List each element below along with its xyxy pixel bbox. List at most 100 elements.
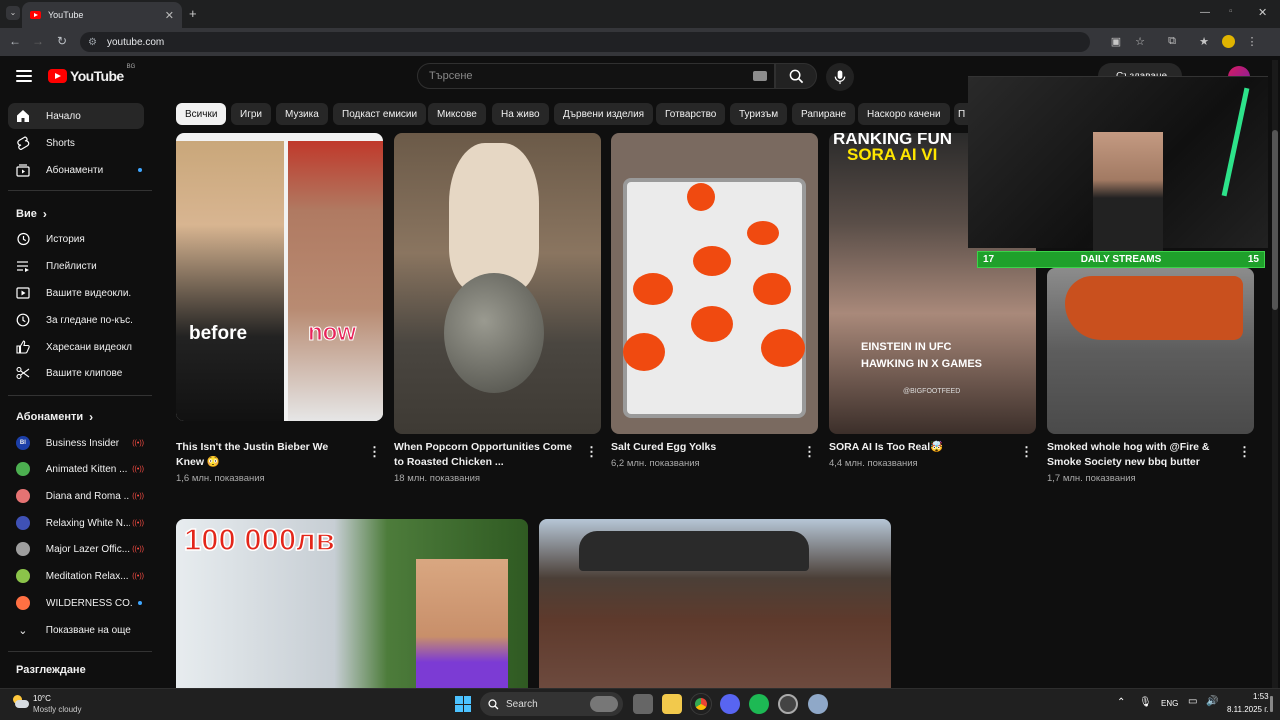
video-thumbnail[interactable]: [539, 519, 891, 688]
task-view-icon[interactable]: [633, 694, 653, 714]
forward-icon[interactable]: →: [27, 34, 49, 48]
chip-mixes[interactable]: Миксове: [428, 103, 486, 125]
your-videos-icon: [16, 286, 30, 300]
tab-close-icon[interactable]: ✕: [165, 9, 174, 22]
video-title[interactable]: Salt Cured Egg Yolks: [611, 440, 791, 455]
sidebar-channel[interactable]: WILDERNESS CO...: [8, 590, 144, 616]
file-explorer-icon[interactable]: [662, 694, 682, 714]
video-menu-icon[interactable]: ⋮: [803, 444, 816, 460]
chip-woodworking[interactable]: Дървени изделия: [554, 103, 654, 125]
chrome-icon[interactable]: [690, 693, 712, 715]
shorts-icon: [16, 136, 30, 150]
bookmark-star-icon[interactable]: ☆: [1128, 35, 1152, 51]
back-icon[interactable]: ←: [4, 34, 26, 48]
hamburger-menu-icon[interactable]: [16, 68, 32, 84]
scrollbar-thumb[interactable]: [1272, 130, 1278, 310]
profile-avatar-icon[interactable]: [1216, 35, 1240, 51]
sidebar-you-header[interactable]: Вие ›: [16, 207, 47, 221]
sidebar-channel[interactable]: Animated Kitten ... ((•)): [8, 456, 144, 482]
reload-icon[interactable]: ↻: [51, 34, 73, 48]
clock-time[interactable]: 1:53: [1253, 692, 1269, 701]
close-window-button[interactable]: ✕: [1258, 6, 1267, 19]
sidebar-item-playlists[interactable]: Плейлисти: [8, 253, 144, 279]
chip-live[interactable]: На живо: [492, 103, 549, 125]
tab-search-button[interactable]: ⌄: [6, 6, 20, 20]
reading-list-icon[interactable]: ★: [1192, 35, 1216, 51]
windows-start-icon[interactable]: [455, 696, 471, 712]
sidebar-item-shorts[interactable]: Shorts: [8, 130, 144, 156]
chevron-up-icon[interactable]: ⌃: [1117, 697, 1125, 708]
video-title[interactable]: SORA AI Is Too Real🤯: [829, 440, 1009, 455]
maximize-button[interactable]: ▫: [1229, 6, 1233, 17]
video-title[interactable]: Smoked whole hog with @Fire & Smoke Soci…: [1047, 440, 1227, 470]
video-thumbnail[interactable]: [1047, 268, 1254, 434]
chip-games[interactable]: Игри: [231, 103, 271, 125]
volume-icon[interactable]: 🔊: [1206, 696, 1218, 707]
chip-rap[interactable]: Рапиране: [792, 103, 856, 125]
chip-all[interactable]: Всички: [176, 103, 227, 125]
video-menu-icon[interactable]: ⋮: [368, 444, 381, 460]
microphone-icon[interactable]: 🎙: [1139, 697, 1152, 708]
sidebar-item-watch-later[interactable]: За гледане по-къс...: [8, 307, 144, 333]
daily-streams-counter: 17 DAILY STREAMS 15: [977, 251, 1265, 268]
chip-tourism[interactable]: Туризъм: [730, 103, 788, 125]
weather-desc[interactable]: Mostly cloudy: [33, 705, 81, 714]
sidebar-item-clips[interactable]: Вашите клипове: [8, 360, 144, 386]
video-title[interactable]: When Popcorn Opportunities Come to Roast…: [394, 440, 574, 470]
show-desktop-button[interactable]: [1270, 696, 1273, 712]
sidebar-divider: [8, 395, 152, 396]
extensions-icon[interactable]: ⧉: [1160, 35, 1184, 51]
language-indicator[interactable]: ENG: [1161, 699, 1178, 708]
spotify-icon[interactable]: [749, 694, 769, 714]
sidebar-item-history[interactable]: История: [8, 226, 144, 252]
video-thumbnail[interactable]: before now: [176, 133, 383, 421]
video-menu-icon[interactable]: ⋮: [1238, 444, 1251, 460]
taskbar-search[interactable]: Search: [480, 692, 623, 716]
site-info-icon[interactable]: ⚙: [88, 37, 97, 48]
app-icon[interactable]: [778, 694, 798, 714]
chip-recently-uploaded[interactable]: Наскоро качени: [858, 103, 950, 125]
display-icon[interactable]: ▭: [1188, 696, 1197, 707]
sidebar-item-liked[interactable]: Харесани видеокл...: [8, 334, 144, 360]
chip-partial[interactable]: П: [954, 103, 968, 125]
discord-icon[interactable]: [720, 694, 740, 714]
minimize-button[interactable]: —: [1200, 7, 1210, 18]
browser-menu-icon[interactable]: ⋮: [1240, 35, 1264, 51]
video-thumbnail[interactable]: [394, 133, 601, 434]
video-menu-icon[interactable]: ⋮: [585, 444, 598, 460]
weather-temp[interactable]: 10°C: [33, 694, 51, 703]
chip-podcasts[interactable]: Подкаст емисии: [333, 103, 427, 125]
channel-avatar: [16, 569, 30, 583]
sidebar-channel-business-insider[interactable]: BI Business Insider ((•)): [8, 430, 144, 456]
sidebar-item-your-videos[interactable]: Вашите видеокли...: [8, 280, 144, 306]
video-thumbnail[interactable]: 100 000лв: [176, 519, 528, 688]
show-more-button[interactable]: ⌄ Показване на още: [8, 617, 144, 643]
sidebar-channel[interactable]: Meditation Relax... ((•)): [8, 563, 144, 589]
sidebar-channel[interactable]: Major Lazer Offic... ((•)): [8, 536, 144, 562]
chip-cooking[interactable]: Готварство: [656, 103, 726, 125]
sidebar-channel[interactable]: Relaxing White N... ((•)): [8, 510, 144, 536]
voice-search-button[interactable]: [826, 63, 854, 91]
chip-music[interactable]: Музика: [276, 103, 328, 125]
settings-icon[interactable]: [808, 694, 828, 714]
tab-youtube[interactable]: YouTube ✕: [22, 2, 182, 28]
keyboard-icon[interactable]: [753, 71, 767, 81]
home-icon: [16, 109, 30, 123]
scrollbar-track[interactable]: [1272, 60, 1278, 688]
sidebar-item-subscriptions[interactable]: Абонаменти: [8, 157, 144, 183]
youtube-logo[interactable]: YouTube BG: [48, 64, 135, 84]
video-menu-icon[interactable]: ⋮: [1020, 444, 1033, 460]
microphone-icon: [834, 69, 846, 84]
cast-icon[interactable]: ▣: [1104, 35, 1128, 51]
sidebar-item-home[interactable]: Начало: [8, 103, 144, 129]
search-button[interactable]: [775, 63, 817, 89]
clock-date[interactable]: 8.11.2025 г.: [1227, 705, 1268, 714]
search-input[interactable]: Търсене: [417, 63, 775, 89]
address-bar[interactable]: ⚙ youtube.com: [80, 32, 1090, 52]
sidebar-subscriptions-header[interactable]: Абонаменти ›: [16, 410, 93, 424]
new-tab-button[interactable]: +: [189, 6, 197, 21]
video-title[interactable]: This Isn't the Justin Bieber We Knew 😳: [176, 440, 356, 470]
history-icon: [16, 232, 30, 246]
video-thumbnail[interactable]: [611, 133, 818, 434]
sidebar-channel[interactable]: Diana and Roma ... ((•)): [8, 483, 144, 509]
